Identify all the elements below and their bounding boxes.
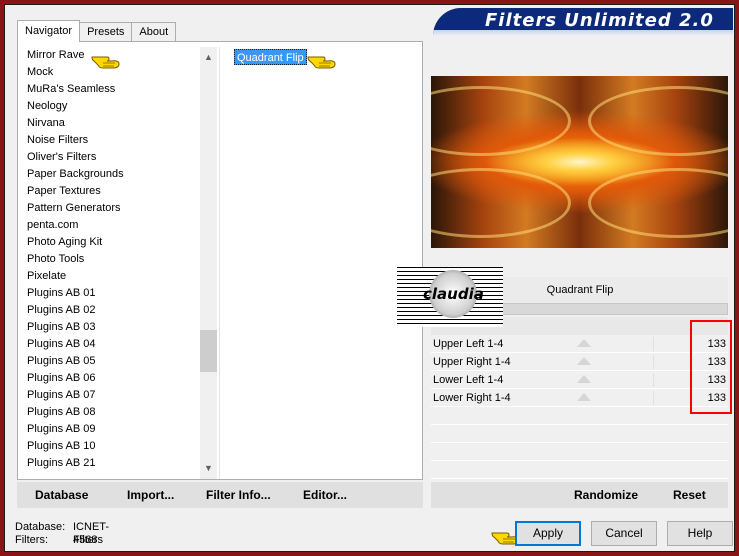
category-item[interactable]: Plugins AB 06 bbox=[23, 370, 201, 387]
filter-preview-image bbox=[431, 76, 728, 248]
slider-tick bbox=[653, 355, 654, 369]
empty-param-row bbox=[431, 407, 728, 425]
category-item[interactable]: Pattern Generators bbox=[23, 200, 201, 217]
claudia-logo: claudia bbox=[397, 267, 503, 327]
category-item[interactable]: MuRa's Seamless bbox=[23, 81, 201, 98]
category-item[interactable]: Plugins AB 02 bbox=[23, 302, 201, 319]
empty-param-row bbox=[431, 443, 728, 461]
preview-swirl bbox=[588, 86, 728, 156]
param-label: Lower Right 1-4 bbox=[433, 392, 511, 404]
list-divider bbox=[219, 47, 220, 479]
highlight-box bbox=[690, 320, 732, 414]
slider-thumb-icon[interactable] bbox=[577, 393, 591, 401]
filters-value: 4568 bbox=[73, 534, 98, 546]
filter-list[interactable]: Quadrant Flip bbox=[223, 47, 421, 479]
randomize-button[interactable]: Randomize bbox=[574, 486, 638, 504]
tab-navigator[interactable]: Navigator bbox=[17, 20, 81, 42]
window-title: Filters Unlimited 2.0 bbox=[485, 10, 714, 31]
editor-button[interactable]: Editor... bbox=[303, 486, 347, 504]
import-button[interactable]: Import... bbox=[127, 486, 174, 504]
category-item[interactable]: Photo Aging Kit bbox=[23, 234, 201, 251]
logo-text: claudia bbox=[423, 285, 484, 303]
filter-item-selected[interactable]: Quadrant Flip bbox=[234, 49, 307, 65]
help-button[interactable]: Help bbox=[667, 521, 733, 546]
category-item[interactable]: Nirvana bbox=[23, 115, 201, 132]
filters-label: Filters: bbox=[15, 534, 48, 546]
scroll-thumb[interactable] bbox=[200, 330, 217, 372]
database-status: Database: ICNET-Filters bbox=[15, 521, 109, 546]
category-item[interactable]: Paper Textures bbox=[23, 183, 201, 200]
hand-pointer-icon bbox=[307, 56, 336, 69]
category-item[interactable]: Photo Tools bbox=[23, 251, 201, 268]
category-list[interactable]: Mirror Rave Mock MuRa's Seamless Neology Nir… bbox=[23, 47, 201, 479]
hand-pointer-icon bbox=[91, 56, 120, 69]
category-item[interactable]: Plugins AB 21 bbox=[23, 455, 201, 472]
param-slider-row[interactable]: Upper Left 1-4 133 bbox=[431, 335, 728, 353]
scroll-down-icon[interactable]: ▼ bbox=[200, 460, 217, 477]
category-item[interactable]: Plugins AB 10 bbox=[23, 438, 201, 455]
category-item[interactable]: Noise Filters bbox=[23, 132, 201, 149]
filter-info-button[interactable]: Filter Info... bbox=[206, 486, 271, 504]
preview-swirl bbox=[588, 168, 728, 238]
slider-thumb-icon[interactable] bbox=[577, 375, 591, 383]
category-scrollbar[interactable]: ▲ ▼ bbox=[200, 47, 217, 479]
reset-button[interactable]: Reset bbox=[673, 486, 706, 504]
title-banner: Filters Unlimited 2.0 bbox=[433, 8, 733, 36]
category-item-partial[interactable] bbox=[23, 472, 201, 478]
slider-tick bbox=[653, 337, 654, 351]
category-item[interactable]: Pixelate bbox=[23, 268, 201, 285]
param-slider-row[interactable]: Lower Right 1-4 133 bbox=[431, 389, 728, 407]
empty-param-row bbox=[431, 461, 728, 479]
category-item[interactable]: Plugins AB 07 bbox=[23, 387, 201, 404]
category-item[interactable]: Plugins AB 08 bbox=[23, 404, 201, 421]
preview-swirl bbox=[431, 168, 571, 238]
category-item[interactable]: Neology bbox=[23, 98, 201, 115]
category-item[interactable]: Oliver's Filters bbox=[23, 149, 201, 166]
tab-strip: Navigator Presets About bbox=[17, 20, 177, 42]
database-button[interactable]: Database bbox=[35, 486, 88, 504]
category-item[interactable]: Plugins AB 03 bbox=[23, 319, 201, 336]
category-item[interactable]: penta.com bbox=[23, 217, 201, 234]
category-item[interactable]: Plugins AB 04 bbox=[23, 336, 201, 353]
param-slider-row[interactable]: Upper Right 1-4 133 bbox=[431, 353, 728, 371]
param-label: Upper Right 1-4 bbox=[433, 356, 511, 368]
category-item[interactable]: Plugins AB 09 bbox=[23, 421, 201, 438]
param-label: Upper Left 1-4 bbox=[433, 338, 504, 350]
slider-thumb-icon[interactable] bbox=[577, 339, 591, 347]
preview-swirl bbox=[431, 86, 571, 156]
scroll-up-icon[interactable]: ▲ bbox=[200, 49, 217, 66]
category-item[interactable]: Plugins AB 05 bbox=[23, 353, 201, 370]
tab-about[interactable]: About bbox=[131, 22, 177, 42]
empty-param-row bbox=[431, 425, 728, 443]
filters-status: Filters: 4568 bbox=[15, 534, 97, 547]
category-item[interactable]: Plugins AB 01 bbox=[23, 285, 201, 302]
slider-thumb-icon[interactable] bbox=[577, 357, 591, 365]
cancel-button[interactable]: Cancel bbox=[591, 521, 657, 546]
slider-tick bbox=[653, 391, 654, 405]
apply-button[interactable]: Apply bbox=[515, 521, 581, 546]
slider-tick bbox=[653, 373, 654, 387]
param-label: Lower Left 1-4 bbox=[433, 374, 504, 386]
database-label: Database: bbox=[15, 521, 66, 533]
filters-unlimited-window: Filters Unlimited 2.0 Navigator Presets … bbox=[4, 4, 735, 552]
tab-presets[interactable]: Presets bbox=[79, 22, 133, 42]
param-slider-row[interactable]: Lower Left 1-4 133 bbox=[431, 371, 728, 389]
category-item[interactable]: Paper Backgrounds bbox=[23, 166, 201, 183]
